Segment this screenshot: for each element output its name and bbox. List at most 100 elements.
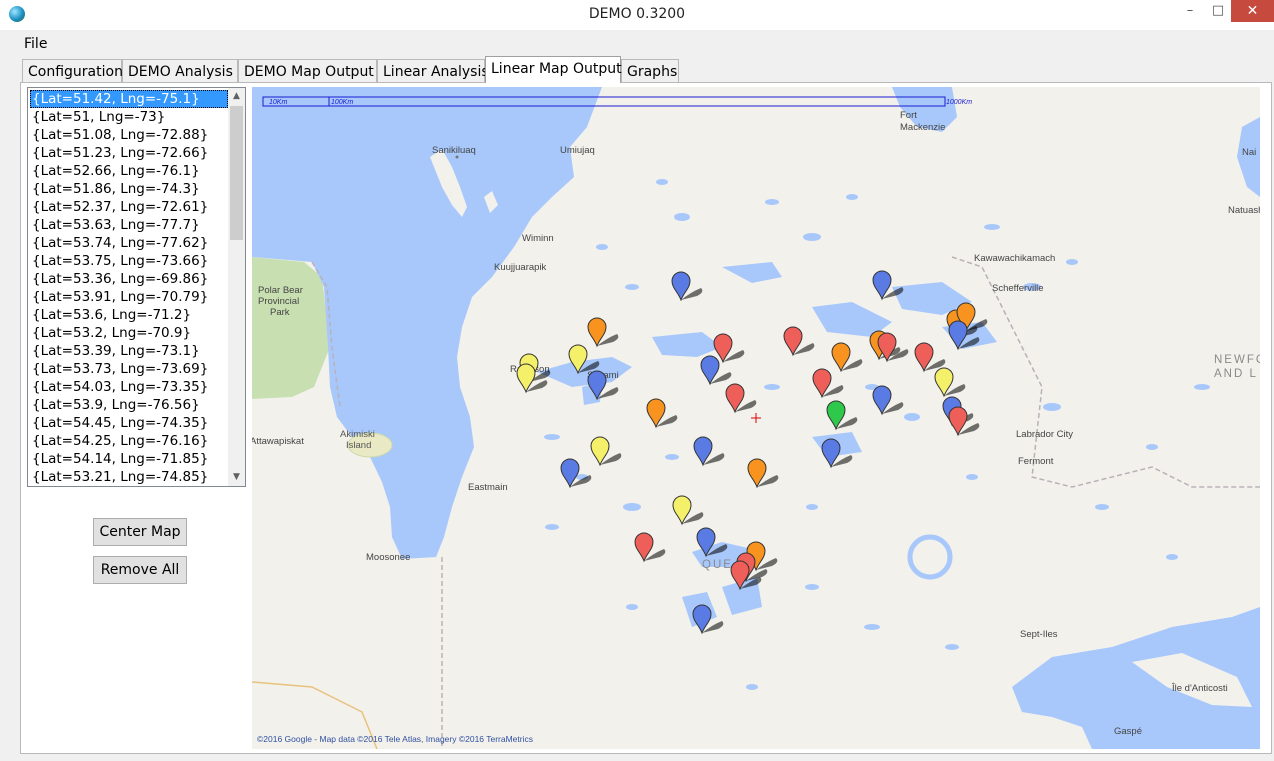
place-label: AND L <box>1214 368 1258 380</box>
map-view[interactable]: 10Km 100Km 1000Km Fort Mackenzie Sanikil… <box>252 87 1260 749</box>
coordinate-list-item[interactable]: {Lat=53.75, Lng=-73.66} <box>30 252 228 270</box>
coordinate-list-item[interactable]: {Lat=53.2, Lng=-70.9} <box>30 324 228 342</box>
coordinate-list-item[interactable]: {Lat=51.08, Lng=-72.88} <box>30 126 228 144</box>
window-title: DEMO 0.3200 <box>588 6 686 22</box>
place-label: Île d'Anticosti <box>1171 683 1228 694</box>
coordinate-list-item[interactable]: {Lat=53.21, Lng=-74.85} <box>30 468 228 486</box>
yellow-map-marker-icon[interactable] <box>590 436 622 467</box>
coordinate-list-item[interactable]: {Lat=51.86, Lng=-74.3} <box>30 180 228 198</box>
coordinate-list-item[interactable]: {Lat=53.91, Lng=-70.79} <box>30 288 228 306</box>
place-label: Eastmain <box>468 482 508 493</box>
center-crosshair-icon <box>751 413 761 423</box>
coordinate-list-item[interactable]: {Lat=54.03, Lng=-73.35} <box>30 378 228 396</box>
coordinate-items: {Lat=51.42, Lng=-75.1} {Lat=51, Lng=-73}{… <box>30 90 228 486</box>
place-label: NEWFO <box>1214 354 1260 366</box>
coordinate-list-item[interactable]: {Lat=53.73, Lng=-73.69} <box>30 360 228 378</box>
place-label: Sept-Iles <box>1020 629 1058 640</box>
coordinate-list-item[interactable]: {Lat=51.42, Lng=-75.1} <box>30 90 228 108</box>
scroll-up-arrow-icon[interactable]: ▲ <box>228 88 245 105</box>
menu-bar: File <box>0 31 1274 55</box>
scale-label-10km: 10Km <box>269 99 287 106</box>
blue-map-marker-icon[interactable] <box>671 271 703 302</box>
scroll-down-arrow-icon[interactable]: ▼ <box>228 469 245 486</box>
marker-layer <box>516 270 988 635</box>
place-label: Polar Bear <box>258 285 303 296</box>
orange-map-marker-icon[interactable] <box>831 342 863 373</box>
place-label: Akimiski <box>340 429 375 440</box>
place-label: Labrador City <box>1016 429 1073 440</box>
coordinate-list-item[interactable]: {Lat=53.36, Lng=-69.86} <box>30 270 228 288</box>
maximize-button[interactable]: □ <box>1204 0 1232 22</box>
orange-map-marker-icon[interactable] <box>747 458 779 489</box>
coordinate-list-item[interactable]: {Lat=53.74, Lng=-77.62} <box>30 234 228 252</box>
place-label: Fort <box>900 110 917 121</box>
coordinate-list-item[interactable]: {Lat=52.66, Lng=-76.1} <box>30 162 228 180</box>
tab-linear-map-output[interactable]: Linear Map Output <box>485 56 622 83</box>
place-label: Natuash <box>1228 205 1260 216</box>
blue-map-marker-icon[interactable] <box>560 458 592 489</box>
red-map-marker-icon[interactable] <box>634 532 666 563</box>
tab-configuration[interactable]: Configuration <box>22 59 123 82</box>
lake <box>722 262 782 283</box>
place-dot <box>455 155 459 159</box>
place-label: Fermont <box>1018 456 1054 467</box>
place-label: Kawawachikamach <box>974 253 1055 264</box>
title-bar: DEMO 0.3200 – □ ✕ <box>0 0 1274 30</box>
orange-map-marker-icon[interactable] <box>646 398 678 429</box>
red-map-marker-icon[interactable] <box>713 333 745 364</box>
coordinate-list-item[interactable]: {Lat=54.45, Lng=-74.35} <box>30 414 228 432</box>
red-map-marker-icon[interactable] <box>783 326 815 357</box>
red-map-marker-icon[interactable] <box>812 368 844 399</box>
coordinate-list-item[interactable]: {Lat=51, Lng=-73} <box>30 108 228 126</box>
orange-map-marker-icon[interactable] <box>587 317 619 348</box>
small-lakes <box>544 179 1210 690</box>
blue-map-marker-icon[interactable] <box>693 436 725 467</box>
place-label: Schefferville <box>992 283 1044 294</box>
place-label: Island <box>346 440 371 451</box>
minimize-button[interactable]: – <box>1176 0 1204 22</box>
place-label: Moosonee <box>366 552 410 563</box>
tab-graphs[interactable]: Graphs <box>621 59 679 82</box>
place-label: Umiujaq <box>560 145 595 156</box>
map-copyright: ©2016 Google - Map data ©2016 Tele Atlas… <box>257 734 533 744</box>
yellow-map-marker-icon[interactable] <box>934 367 966 398</box>
blue-map-marker-icon[interactable] <box>872 385 904 416</box>
tab-linear-analysis[interactable]: Linear Analysis <box>377 59 489 82</box>
blue-map-marker-icon[interactable] <box>692 604 724 635</box>
scale-label-1000km: 1000Km <box>946 99 972 106</box>
red-map-marker-icon[interactable] <box>948 406 980 437</box>
coordinate-list-item[interactable]: {Lat=53.39, Lng=-73.1} <box>30 342 228 360</box>
menu-file[interactable]: File <box>24 36 47 52</box>
coordinate-list-item[interactable]: {Lat=51.23, Lng=-72.66} <box>30 144 228 162</box>
red-map-marker-icon[interactable] <box>725 383 757 414</box>
coordinate-list-item[interactable]: {Lat=53.63, Lng=-77.7} <box>30 216 228 234</box>
scroll-thumb[interactable] <box>230 106 243 240</box>
tab-demo-analysis[interactable]: DEMO Analysis <box>122 59 238 82</box>
place-label: Sanikiluaq <box>432 145 476 156</box>
tab-demo-map-output[interactable]: DEMO Map Output <box>238 59 377 82</box>
close-button[interactable]: ✕ <box>1231 0 1274 22</box>
coordinate-list-item[interactable]: {Lat=52.37, Lng=-72.61} <box>30 198 228 216</box>
scale-label-100km: 100Km <box>331 99 353 106</box>
place-label: Nai <box>1242 147 1256 158</box>
park-area <box>252 257 330 399</box>
center-map-button[interactable]: Center Map <box>93 518 187 546</box>
place-label: Gaspé <box>1114 726 1142 737</box>
coordinate-list-item[interactable]: {Lat=53.9, Lng=-76.56} <box>30 396 228 414</box>
manicouagan-reservoir <box>907 534 953 580</box>
green-map-marker-icon[interactable] <box>826 400 858 431</box>
coordinate-list-item[interactable]: {Lat=53.6, Lng=-71.2} <box>30 306 228 324</box>
place-label: Kuujjuarapik <box>494 262 547 273</box>
lake <box>652 332 722 357</box>
coordinate-listbox[interactable]: {Lat=51.42, Lng=-75.1} {Lat=51, Lng=-73}{… <box>27 87 246 487</box>
red-map-marker-icon[interactable] <box>914 342 946 373</box>
place-label: Park <box>270 307 290 318</box>
remove-all-button[interactable]: Remove All <box>93 556 187 584</box>
place-label: Attawapiskat <box>252 436 304 447</box>
coordinate-list-item[interactable]: {Lat=54.25, Lng=-76.16} <box>30 432 228 450</box>
place-label: QUE <box>702 559 733 571</box>
yellow-map-marker-icon[interactable] <box>672 495 704 526</box>
map-canvas[interactable]: 10Km 100Km 1000Km Fort Mackenzie Sanikil… <box>252 87 1260 749</box>
coordinate-list-item[interactable]: {Lat=54.14, Lng=-71.85} <box>30 450 228 468</box>
list-scrollbar[interactable]: ▲ ▼ <box>228 88 245 486</box>
